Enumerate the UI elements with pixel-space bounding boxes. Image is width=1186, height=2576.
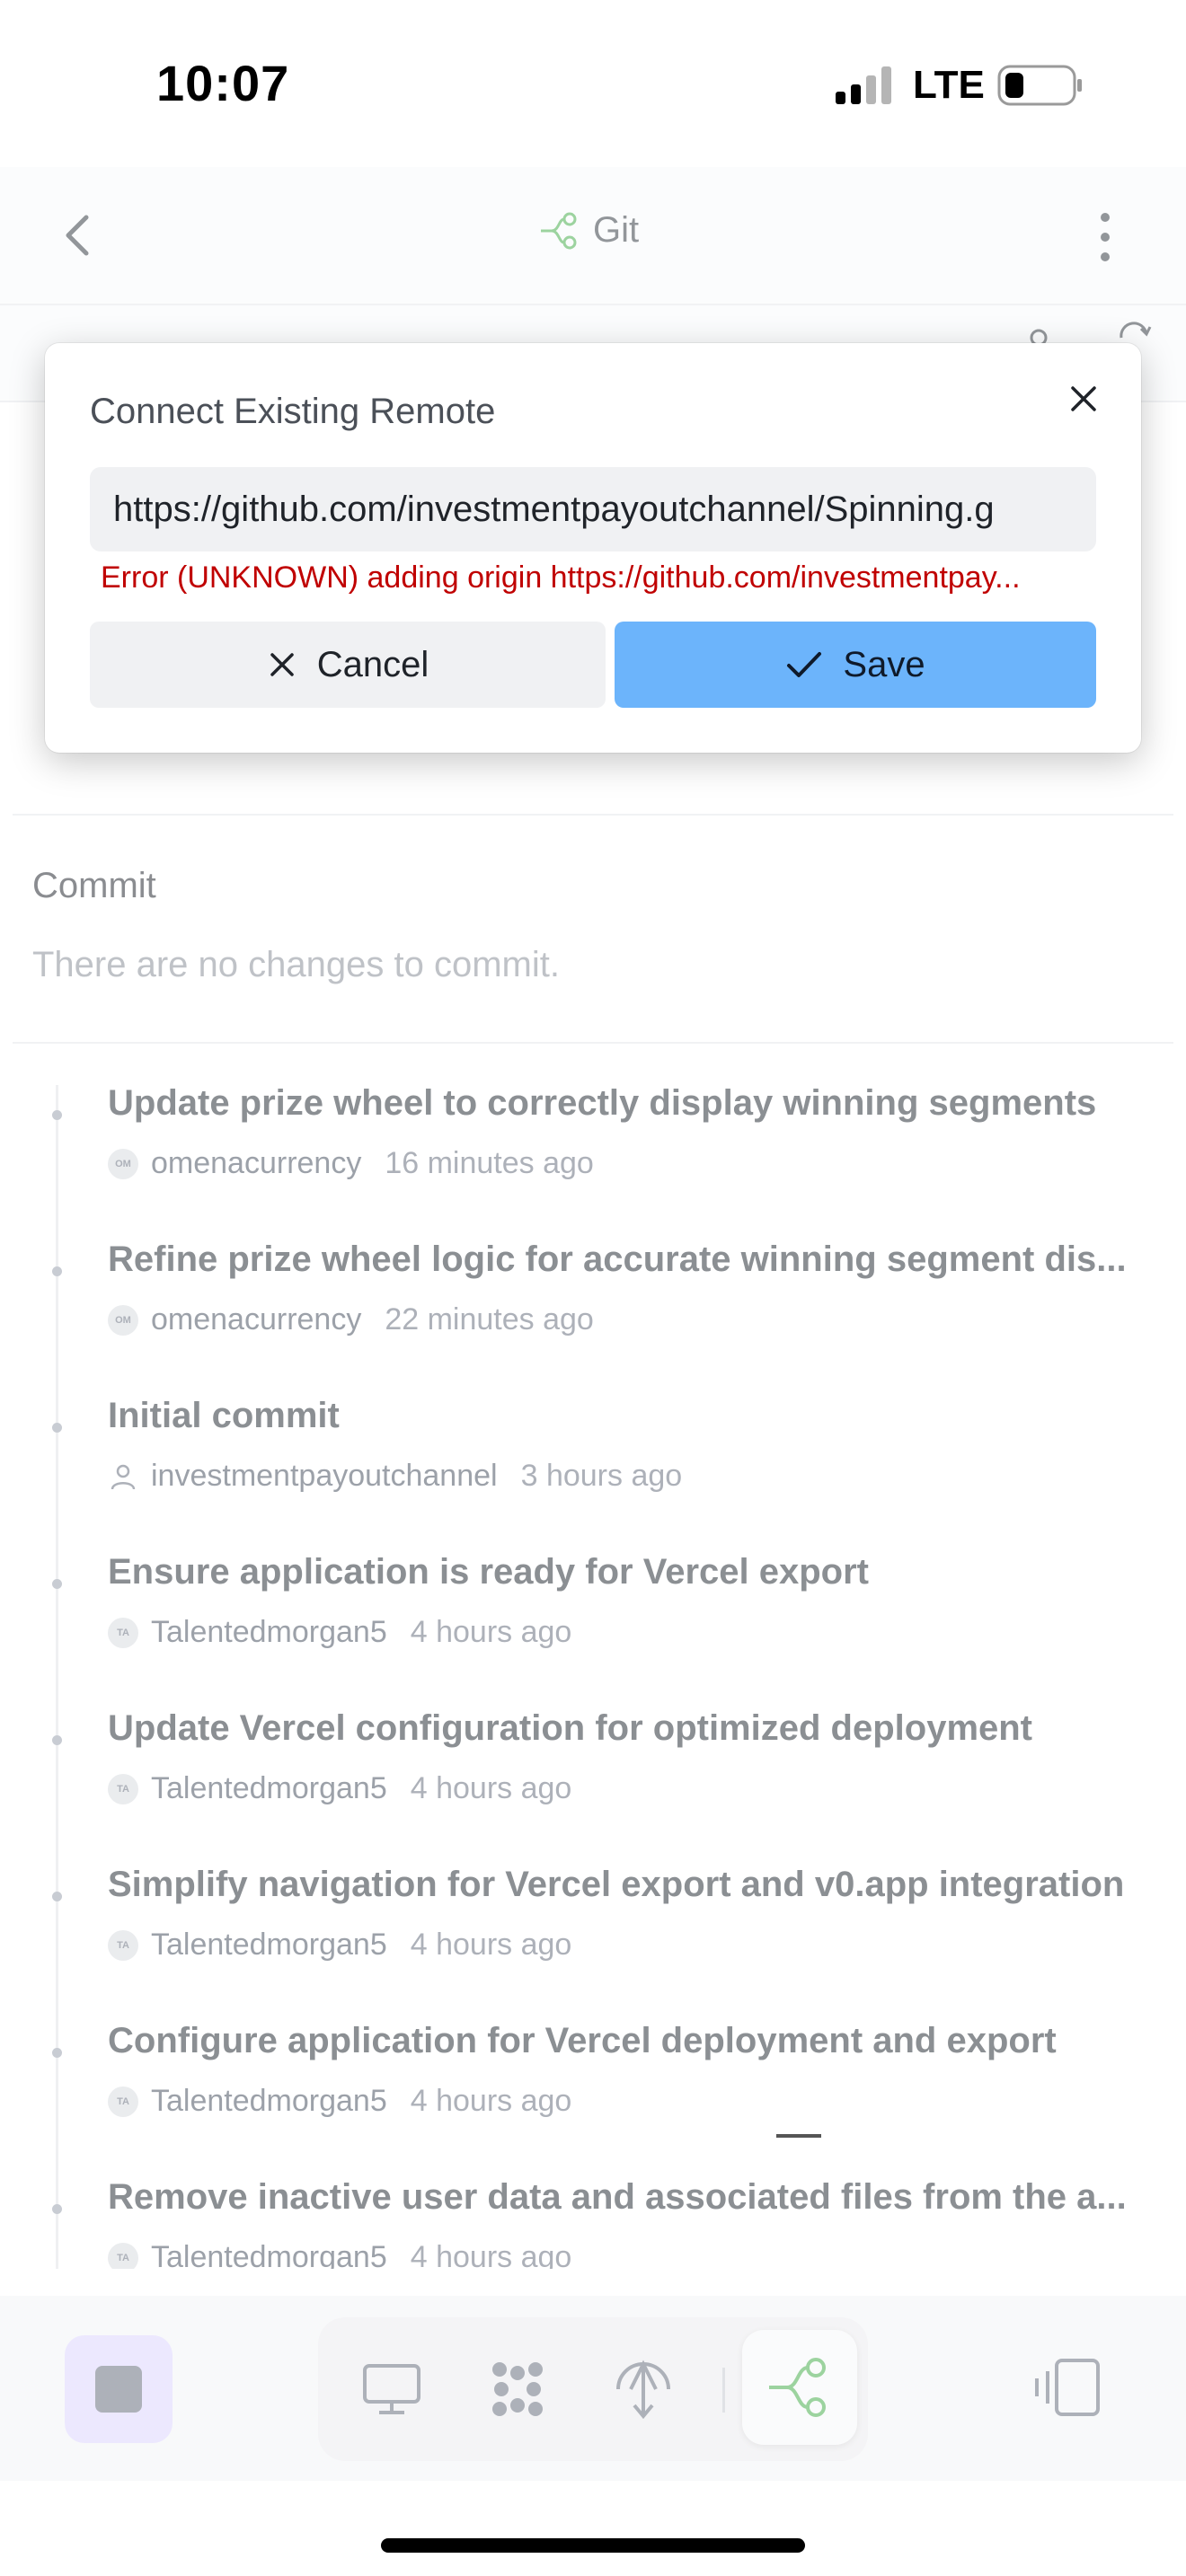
- battery-icon: [997, 65, 1082, 106]
- network-type: LTE: [913, 63, 985, 107]
- connect-remote-dialog: Connect Existing Remote Error (UNKNOWN) …: [45, 343, 1141, 753]
- close-icon[interactable]: [1066, 381, 1102, 417]
- dialog-title: Connect Existing Remote: [90, 392, 496, 431]
- status-bar: 10:07 LTE: [0, 0, 1186, 167]
- cellular-signal-icon: [836, 66, 891, 104]
- cancel-label: Cancel: [316, 644, 429, 684]
- remote-url-input[interactable]: [90, 467, 1096, 551]
- close-icon: [270, 653, 294, 676]
- save-label: Save: [843, 644, 925, 684]
- home-indicator-area: [0, 2481, 1186, 2576]
- home-indicator[interactable]: [381, 2538, 805, 2553]
- status-time: 10:07: [156, 55, 290, 111]
- check-icon: [787, 652, 822, 677]
- error-message: Error (UNKNOWN) adding origin https://gi…: [101, 560, 1021, 595]
- tab-indicator: [776, 2134, 821, 2138]
- cancel-button[interactable]: Cancel: [90, 622, 606, 708]
- save-button[interactable]: Save: [615, 622, 1096, 708]
